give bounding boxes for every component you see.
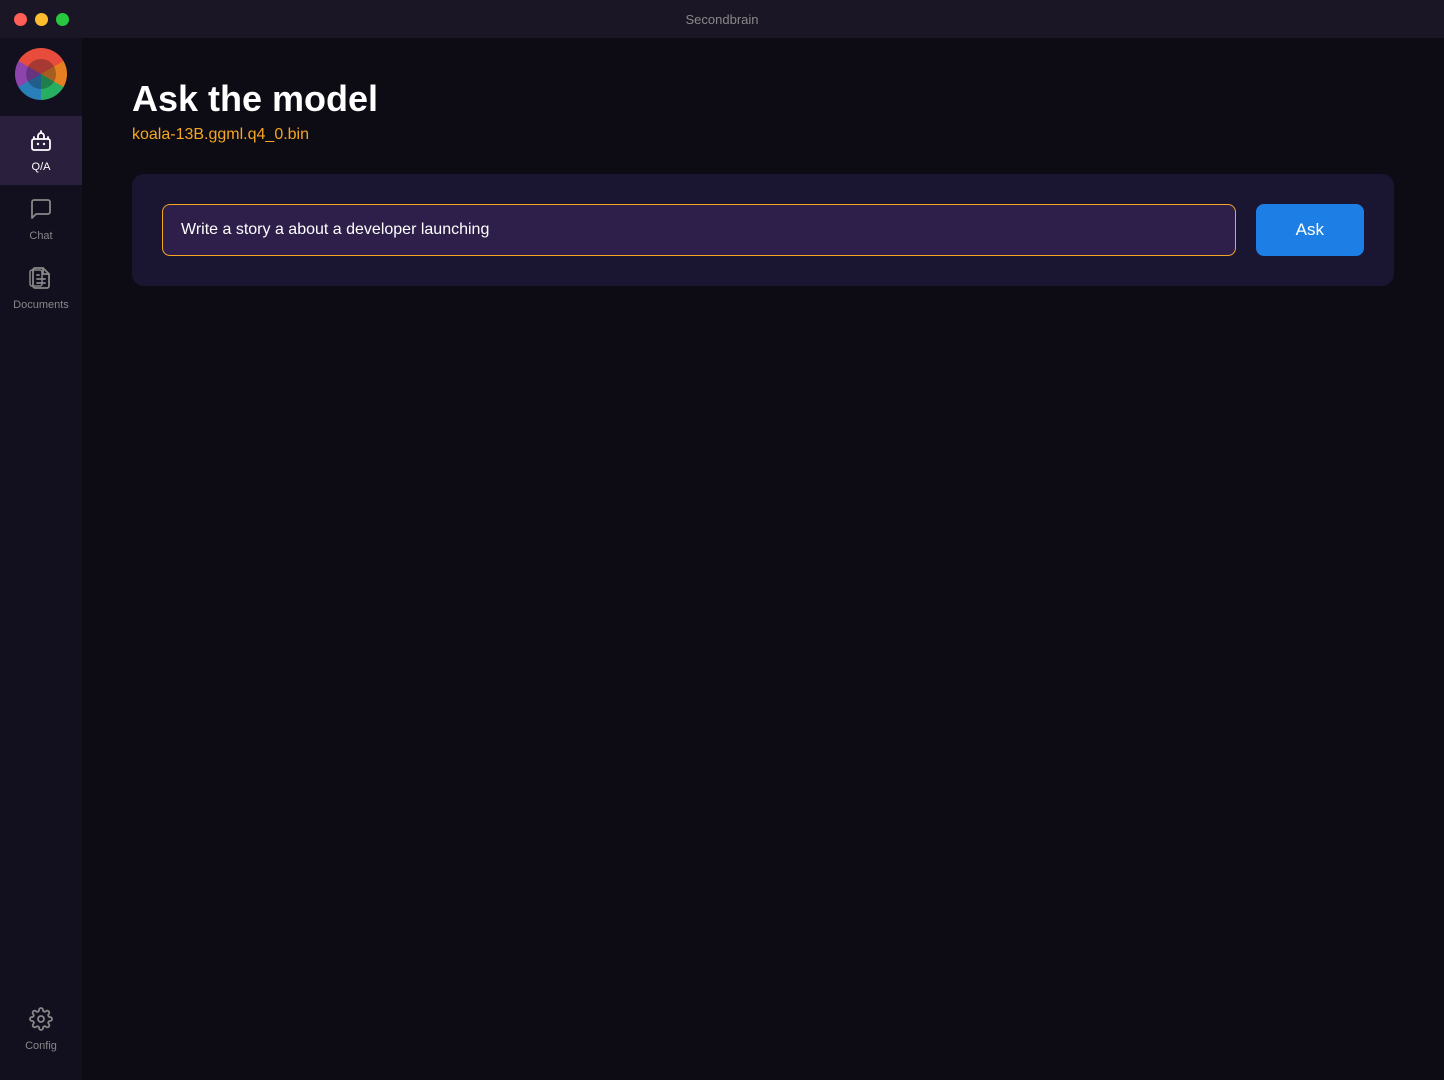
sidebar-item-qa[interactable]: Q/A: [0, 116, 82, 185]
query-input[interactable]: [162, 204, 1236, 256]
minimize-button[interactable]: [35, 13, 48, 26]
main-content: Ask the model koala-13B.ggml.q4_0.bin As…: [82, 38, 1444, 1080]
sidebar-bottom: Config: [0, 995, 82, 1064]
maximize-button[interactable]: [56, 13, 69, 26]
traffic-lights: [14, 13, 69, 26]
titlebar: Secondbrain: [0, 0, 1444, 38]
page-title: Ask the model: [132, 78, 1394, 120]
app-body: Q/A Chat: [0, 38, 1444, 1080]
sidebar-item-documents[interactable]: Documents: [0, 254, 82, 323]
sidebar: Q/A Chat: [0, 38, 82, 1080]
chat-icon: [29, 197, 53, 225]
sidebar-item-qa-label: Q/A: [32, 161, 51, 173]
sidebar-item-chat[interactable]: Chat: [0, 185, 82, 254]
sidebar-item-documents-label: Documents: [13, 299, 69, 311]
ask-button[interactable]: Ask: [1256, 204, 1364, 256]
sidebar-item-config-label: Config: [25, 1040, 57, 1052]
sidebar-item-chat-label: Chat: [29, 230, 52, 242]
sidebar-nav: Q/A Chat: [0, 116, 82, 995]
model-name: koala-13B.ggml.q4_0.bin: [132, 126, 1394, 144]
robot-icon: [29, 128, 53, 156]
sidebar-item-config[interactable]: Config: [0, 995, 82, 1064]
page-header: Ask the model koala-13B.ggml.q4_0.bin: [132, 78, 1394, 144]
window-title: Secondbrain: [686, 12, 759, 27]
query-panel: Ask: [132, 174, 1394, 286]
documents-icon: [29, 266, 53, 294]
close-button[interactable]: [14, 13, 27, 26]
app-logo[interactable]: [15, 48, 67, 100]
gear-icon: [29, 1007, 53, 1035]
